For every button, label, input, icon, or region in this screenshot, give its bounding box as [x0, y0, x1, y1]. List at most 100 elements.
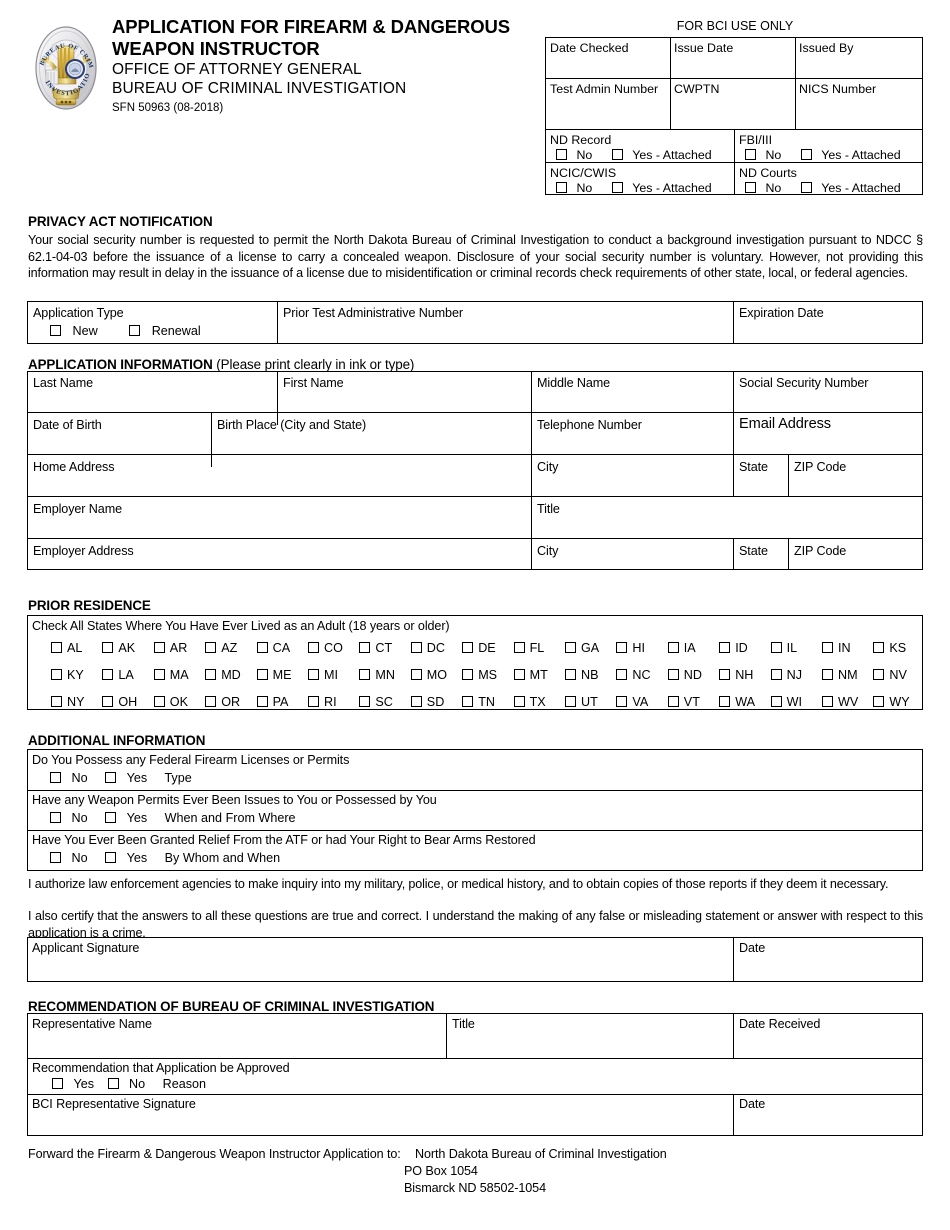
state-checkbox-co[interactable]	[308, 642, 319, 653]
state-checkbox-wy[interactable]	[873, 696, 885, 707]
nd-record-no-checkbox[interactable]	[556, 149, 567, 160]
approval-no-checkbox[interactable]	[107, 1078, 119, 1089]
date-received-field[interactable]: Date Received	[739, 1017, 820, 1031]
state-checkbox-ks[interactable]	[873, 642, 885, 653]
state-checkbox-id[interactable]	[719, 642, 731, 653]
state-checkbox-md[interactable]	[205, 669, 217, 680]
fbi-iii-no-checkbox[interactable]	[745, 149, 756, 160]
last-name-field[interactable]: Last Name	[33, 376, 93, 390]
prior-test-number-field[interactable]: Prior Test Administrative Number	[283, 306, 463, 320]
state-checkbox-dc[interactable]	[410, 642, 422, 653]
birth-place-field[interactable]: Birth Place (City and State)	[217, 418, 366, 432]
atf-relief-yes-checkbox[interactable]	[105, 852, 117, 863]
weapon-permits-no-checkbox[interactable]	[50, 812, 61, 823]
state-checkbox-la[interactable]	[102, 669, 114, 680]
employer-state-field[interactable]: State	[739, 544, 768, 558]
state-checkbox-wi[interactable]	[770, 696, 782, 707]
state-checkbox-ms[interactable]	[462, 669, 474, 680]
issued-by-field[interactable]: Issued By	[795, 38, 924, 55]
state-checkbox-sd[interactable]	[410, 696, 422, 707]
state-checkbox-wa[interactable]	[719, 696, 731, 707]
state-checkbox-ri[interactable]	[308, 696, 319, 707]
state-checkbox-mo[interactable]	[410, 669, 422, 680]
employer-address-field[interactable]: Employer Address	[33, 544, 134, 558]
state-checkbox-sc[interactable]	[359, 696, 371, 707]
state-checkbox-az[interactable]	[205, 642, 217, 653]
application-type-renewal-checkbox[interactable]	[129, 325, 141, 336]
state-checkbox-tn[interactable]	[462, 696, 474, 707]
state-checkbox-ct[interactable]	[359, 642, 371, 653]
state-checkbox-il[interactable]	[770, 642, 782, 653]
state-checkbox-nv[interactable]	[873, 669, 885, 680]
federal-license-type-field[interactable]: Type	[164, 771, 191, 785]
state-checkbox-mt[interactable]	[513, 669, 525, 680]
state-checkbox-wv[interactable]	[822, 696, 833, 707]
state-checkbox-nh[interactable]	[719, 669, 731, 680]
middle-name-field[interactable]: Middle Name	[537, 376, 610, 390]
home-city-field[interactable]: City	[537, 460, 558, 474]
applicant-date-field[interactable]: Date	[739, 941, 765, 955]
date-of-birth-field[interactable]: Date of Birth	[33, 418, 102, 432]
applicant-signature-field[interactable]: Applicant Signature	[32, 941, 139, 955]
cwptn-field[interactable]: CWPTN	[670, 79, 795, 96]
state-checkbox-tx[interactable]	[513, 696, 525, 707]
state-checkbox-ok[interactable]	[153, 696, 165, 707]
nd-courts-no-checkbox[interactable]	[745, 182, 756, 193]
state-checkbox-vt[interactable]	[667, 696, 679, 707]
state-checkbox-mi[interactable]	[308, 669, 319, 680]
state-checkbox-de[interactable]	[462, 642, 474, 653]
employer-title-field[interactable]: Title	[537, 502, 560, 516]
state-checkbox-nj[interactable]	[770, 669, 782, 680]
telephone-field[interactable]: Telephone Number	[537, 418, 642, 432]
federal-license-yes-checkbox[interactable]	[105, 772, 117, 783]
bci-representative-signature-field[interactable]: BCI Representative Signature	[32, 1097, 196, 1111]
state-checkbox-mn[interactable]	[359, 669, 371, 680]
atf-relief-detail-field[interactable]: By Whom and When	[165, 851, 281, 865]
state-checkbox-ia[interactable]	[667, 642, 679, 653]
home-address-field[interactable]: Home Address	[33, 460, 115, 474]
state-checkbox-al[interactable]	[51, 642, 62, 653]
ncic-cwis-yes-checkbox[interactable]	[611, 182, 623, 193]
state-checkbox-pa[interactable]	[256, 696, 268, 707]
federal-license-no-checkbox[interactable]	[50, 772, 61, 783]
issue-date-field[interactable]: Issue Date	[670, 38, 795, 55]
home-zip-field[interactable]: ZIP Code	[794, 460, 846, 474]
state-checkbox-me[interactable]	[256, 669, 268, 680]
employer-name-field[interactable]: Employer Name	[33, 502, 122, 516]
state-checkbox-hi[interactable]	[616, 642, 628, 653]
state-checkbox-nb[interactable]	[565, 669, 576, 680]
state-checkbox-va[interactable]	[616, 696, 628, 707]
state-checkbox-ga[interactable]	[565, 642, 576, 653]
email-field[interactable]: Email Address	[739, 416, 831, 432]
application-type-new-checkbox[interactable]	[50, 325, 61, 336]
state-checkbox-ky[interactable]	[51, 669, 62, 680]
approval-reason-field[interactable]: Reason	[163, 1077, 206, 1091]
state-checkbox-nm[interactable]	[822, 669, 833, 680]
state-checkbox-ny[interactable]	[51, 696, 62, 707]
expiration-date-field[interactable]: Expiration Date	[739, 306, 824, 320]
state-checkbox-ma[interactable]	[153, 669, 165, 680]
bci-date-field[interactable]: Date	[739, 1097, 765, 1111]
state-checkbox-nd[interactable]	[667, 669, 679, 680]
employer-city-field[interactable]: City	[537, 544, 558, 558]
nd-courts-yes-checkbox[interactable]	[800, 182, 812, 193]
weapon-permits-detail-field[interactable]: When and From Where	[165, 811, 296, 825]
atf-relief-no-checkbox[interactable]	[50, 852, 61, 863]
weapon-permits-yes-checkbox[interactable]	[105, 812, 117, 823]
nd-record-yes-checkbox[interactable]	[611, 149, 623, 160]
state-checkbox-or[interactable]	[205, 696, 217, 707]
approval-yes-checkbox[interactable]	[52, 1078, 63, 1089]
state-checkbox-ar[interactable]	[153, 642, 165, 653]
test-admin-number-field[interactable]: Test Admin Number	[546, 79, 670, 96]
employer-zip-field[interactable]: ZIP Code	[794, 544, 846, 558]
state-checkbox-fl[interactable]	[513, 642, 525, 653]
state-checkbox-oh[interactable]	[102, 696, 114, 707]
fbi-iii-yes-checkbox[interactable]	[800, 149, 812, 160]
first-name-field[interactable]: First Name	[283, 376, 344, 390]
representative-title-field[interactable]: Title	[452, 1017, 475, 1031]
ssn-field[interactable]: Social Security Number	[739, 376, 868, 390]
state-checkbox-in[interactable]	[822, 642, 833, 653]
state-checkbox-nc[interactable]	[616, 669, 628, 680]
state-checkbox-ca[interactable]	[256, 642, 268, 653]
nics-number-field[interactable]: NICS Number	[795, 79, 924, 96]
